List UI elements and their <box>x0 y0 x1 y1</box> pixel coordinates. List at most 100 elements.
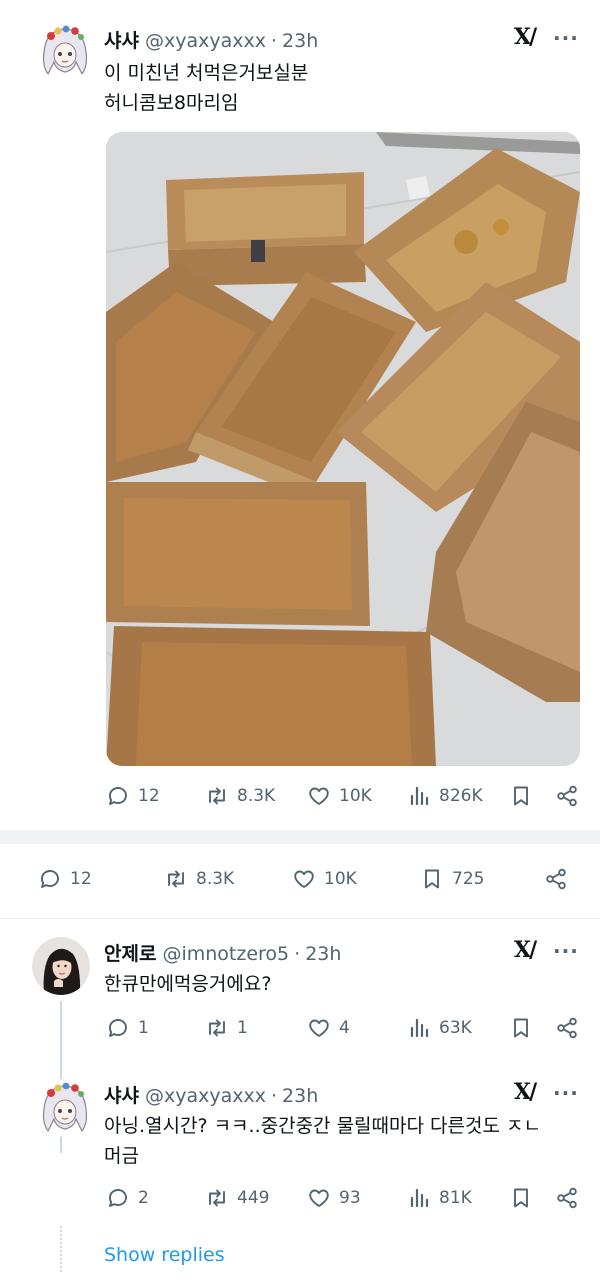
display-name[interactable]: 안제로 <box>104 939 156 966</box>
user-handle[interactable]: @xyaxyaxxx <box>145 30 266 52</box>
like-icon <box>292 867 316 891</box>
stats-repost-button[interactable]: 8.3K <box>164 867 234 891</box>
stats-bookmark-button[interactable]: 725 <box>420 867 484 891</box>
reply-count: 1 <box>138 1018 149 1038</box>
reply-button[interactable]: 1 <box>106 1016 149 1040</box>
views-button[interactable]: 81K <box>407 1186 472 1210</box>
stats-reply-count: 12 <box>70 869 92 889</box>
bookmark-icon <box>509 1016 533 1040</box>
more-icon[interactable]: ··· <box>553 939 579 963</box>
stats-reply-button[interactable]: 12 <box>38 867 92 891</box>
views-button[interactable]: 826K <box>407 784 483 808</box>
tweet-actions: 2 449 93 81K <box>0 1186 600 1216</box>
timestamp[interactable]: 23h <box>282 1085 318 1107</box>
stats-bar: 12 8.3K 10K 725 <box>0 867 600 897</box>
avatar[interactable] <box>32 937 90 995</box>
views-icon <box>407 784 431 808</box>
repost-button[interactable]: 449 <box>205 1186 269 1210</box>
reply-icon <box>38 867 62 891</box>
grok-icon[interactable]: X/ <box>514 24 537 50</box>
views-count: 826K <box>439 786 483 806</box>
repost-button[interactable]: 8.3K <box>205 784 275 808</box>
bookmark-button[interactable] <box>509 784 533 808</box>
repost-count: 8.3K <box>237 786 276 806</box>
tweet-header: 샤샤 @xyaxyaxxx · 23h <box>104 1081 318 1108</box>
main-tweet: 샤샤 @xyaxyaxxx · 23h X/ ··· 이 미친년 처먹은거보실분… <box>0 0 600 830</box>
tweet-text: 이 미친년 처먹은거보실분 허니콤보8마리임 <box>104 62 309 114</box>
reply-count: 2 <box>138 1188 149 1208</box>
reply-tweet: 샤샤 @xyaxyaxxx · 23h X/ ··· 아닝.열시간? ㅋㅋ..중… <box>0 1069 600 1282</box>
tweet-actions: 12 8.3K 10K 826K <box>0 784 600 814</box>
tweet-text: 아닝.열시간? ㅋㅋ..중간중간 물릴때마다 다른것도 ㅈㄴ 머금 <box>104 1115 541 1167</box>
stats-share-button[interactable] <box>544 867 568 891</box>
share-icon <box>555 1186 579 1210</box>
repost-icon <box>205 1016 229 1040</box>
views-icon <box>407 1186 431 1210</box>
bookmark-icon <box>420 867 444 891</box>
reply-button[interactable]: 2 <box>106 1186 149 1210</box>
share-icon <box>555 1016 579 1040</box>
share-button[interactable] <box>555 1186 579 1210</box>
anime-avatar-icon <box>36 22 94 80</box>
tweet-header: 샤샤 @xyaxyaxxx · 23h <box>104 26 318 53</box>
timestamp[interactable]: 23h <box>305 943 341 965</box>
section-gap <box>0 830 600 844</box>
bookmark-icon <box>509 1186 533 1210</box>
share-button[interactable] <box>555 1016 579 1040</box>
avatar[interactable] <box>36 1079 94 1137</box>
reply-icon <box>106 1016 130 1040</box>
tweet-text: 한큐만에먹응거에요? <box>104 973 272 995</box>
reply-button[interactable]: 12 <box>106 784 160 808</box>
stats-repost-count: 8.3K <box>196 869 235 889</box>
views-count: 81K <box>439 1188 472 1208</box>
reply-icon <box>106 784 130 808</box>
views-icon <box>407 1016 431 1040</box>
like-button[interactable]: 4 <box>307 1016 350 1040</box>
chicken-boxes-image <box>106 132 580 766</box>
bookmark-icon <box>509 784 533 808</box>
like-count: 4 <box>339 1018 350 1038</box>
anime-avatar-icon <box>36 1079 94 1137</box>
timestamp[interactable]: 23h <box>282 30 318 52</box>
user-handle[interactable]: @imnotzero5 <box>162 943 289 965</box>
stats-bookmark-count: 725 <box>452 869 485 889</box>
separator: · <box>270 1085 278 1107</box>
share-icon <box>544 867 568 891</box>
grok-icon[interactable]: X/ <box>514 937 537 963</box>
show-replies-link[interactable]: Show replies <box>104 1244 225 1266</box>
like-count: 10K <box>339 786 372 806</box>
share-icon <box>555 784 579 808</box>
views-button[interactable]: 63K <box>407 1016 472 1040</box>
bookmark-button[interactable] <box>509 1186 533 1210</box>
tweet-photo[interactable] <box>106 132 580 766</box>
share-button[interactable] <box>555 784 579 808</box>
separator: · <box>294 943 301 965</box>
reply-icon <box>106 1186 130 1210</box>
repost-icon <box>164 867 188 891</box>
person-avatar-icon <box>32 937 90 995</box>
display-name[interactable]: 샤샤 <box>104 1081 139 1108</box>
more-icon[interactable]: ··· <box>553 1081 579 1105</box>
reply-count: 12 <box>138 786 160 806</box>
repost-icon <box>205 1186 229 1210</box>
avatar[interactable] <box>36 22 94 80</box>
more-icon[interactable]: ··· <box>553 26 579 50</box>
like-icon <box>307 784 331 808</box>
separator: · <box>270 30 278 52</box>
reply-tweet: 안제로 @imnotzero5 · 23h X/ ··· 한큐만에먹응거에요? … <box>0 919 600 1153</box>
like-button[interactable]: 93 <box>307 1186 361 1210</box>
tweet-header: 안제로 @imnotzero5 · 23h <box>104 939 341 966</box>
repost-count: 1 <box>237 1018 248 1038</box>
views-count: 63K <box>439 1018 472 1038</box>
like-count: 93 <box>339 1188 361 1208</box>
like-button[interactable]: 10K <box>307 784 372 808</box>
user-handle[interactable]: @xyaxyaxxx <box>145 1085 266 1107</box>
grok-icon[interactable]: X/ <box>514 1079 537 1105</box>
bookmark-button[interactable] <box>509 1016 533 1040</box>
repost-count: 449 <box>237 1188 270 1208</box>
repost-button[interactable]: 1 <box>205 1016 248 1040</box>
display-name[interactable]: 샤샤 <box>104 26 139 53</box>
like-icon <box>307 1186 331 1210</box>
repost-icon <box>205 784 229 808</box>
stats-like-button[interactable]: 10K <box>292 867 357 891</box>
